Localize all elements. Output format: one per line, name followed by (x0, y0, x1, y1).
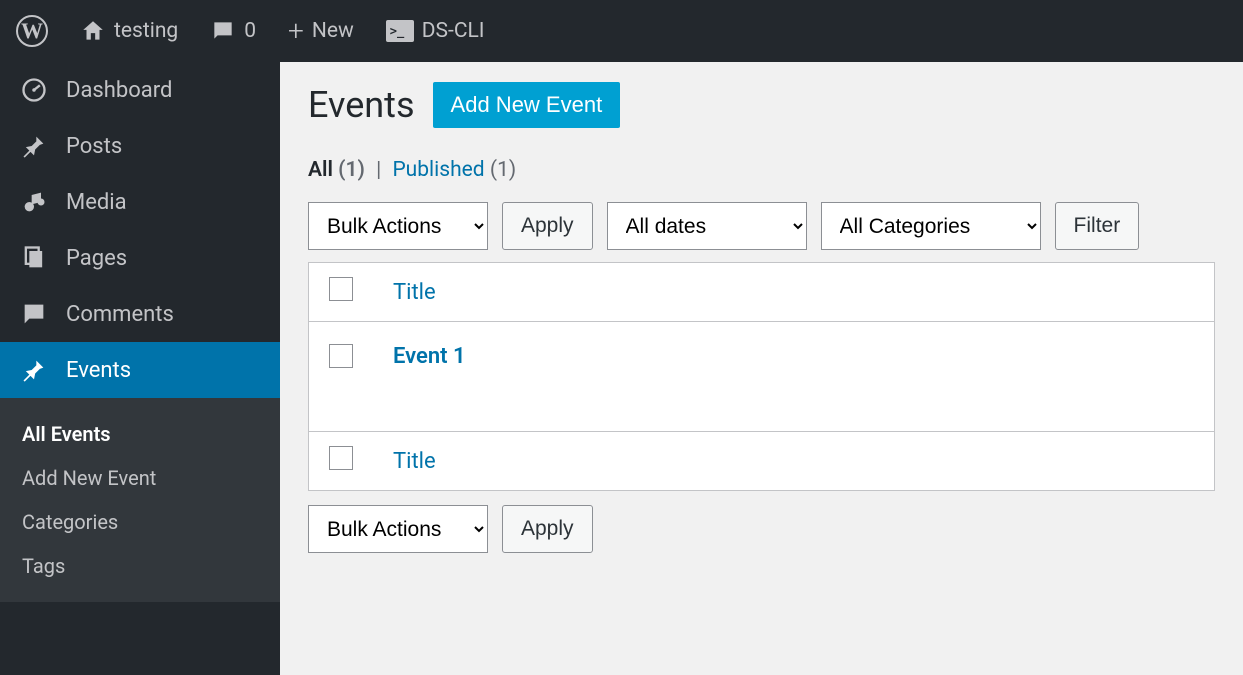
submenu-item-tags[interactable]: Tags (0, 544, 280, 588)
apply-bulk-button-bottom[interactable]: Apply (502, 505, 593, 553)
tablenav-top: Bulk Actions Apply All dates All Categor… (308, 202, 1215, 250)
pin-icon (20, 132, 48, 160)
admin-bar: W testing 0 + New >_ DS-CLI (0, 0, 1243, 62)
pages-icon (20, 244, 48, 272)
table-row: Event 1 (309, 322, 1215, 432)
events-submenu: All Events Add New Event Categories Tags (0, 398, 280, 602)
page-title: Events (308, 84, 415, 126)
submenu-item-add-new-event[interactable]: Add New Event (0, 456, 280, 500)
sidebar-item-posts[interactable]: Posts (0, 118, 280, 174)
home-icon (80, 18, 106, 44)
dashboard-icon (20, 76, 48, 104)
filter-button[interactable]: Filter (1055, 202, 1140, 250)
sidebar-item-events[interactable]: Events (0, 342, 280, 398)
sort-by-title-link-footer[interactable]: Title (393, 449, 436, 474)
comment-icon (210, 18, 236, 44)
terminal-icon: >_ (386, 20, 414, 42)
comments-link[interactable]: 0 (204, 18, 262, 44)
tablenav-bottom: Bulk Actions Apply (308, 505, 1215, 553)
apply-bulk-button[interactable]: Apply (502, 202, 593, 250)
comments-count: 0 (244, 19, 256, 43)
dscli-link[interactable]: >_ DS-CLI (380, 19, 491, 43)
sidebar-label: Media (66, 190, 127, 215)
dscli-label: DS-CLI (422, 19, 485, 43)
select-all-footer (309, 432, 374, 491)
site-name-label: testing (114, 19, 178, 43)
wordpress-logo-icon: W (16, 15, 48, 47)
sidebar-label: Comments (66, 302, 174, 327)
site-name-link[interactable]: testing (74, 18, 184, 44)
date-filter-select[interactable]: All dates (607, 202, 807, 250)
bulk-actions-select[interactable]: Bulk Actions (308, 202, 488, 250)
sidebar-item-comments[interactable]: Comments (0, 286, 280, 342)
page-header: Events Add New Event (308, 82, 1215, 128)
submenu-item-all-events[interactable]: All Events (0, 412, 280, 456)
new-label: New (312, 19, 354, 43)
media-icon (20, 188, 48, 216)
column-footer-title: Title (373, 432, 1215, 491)
sort-by-title-link[interactable]: Title (393, 280, 436, 305)
admin-sidebar: Dashboard Posts Media Pages Comments Eve… (0, 62, 280, 675)
submenu-item-categories[interactable]: Categories (0, 500, 280, 544)
pin-icon (20, 356, 48, 384)
row-checkbox[interactable] (329, 344, 353, 368)
select-all-checkbox-footer[interactable] (329, 446, 353, 470)
select-all-checkbox[interactable] (329, 277, 353, 301)
plus-icon: + (288, 17, 304, 45)
category-filter-select[interactable]: All Categories (821, 202, 1041, 250)
sidebar-label: Dashboard (66, 78, 172, 103)
select-all-header (309, 263, 374, 322)
sidebar-item-dashboard[interactable]: Dashboard (0, 62, 280, 118)
sidebar-label: Pages (66, 246, 127, 271)
status-link-published[interactable]: Published (1) (392, 158, 516, 182)
sidebar-item-media[interactable]: Media (0, 174, 280, 230)
status-link-all[interactable]: All (1) (308, 158, 370, 182)
event-title-link[interactable]: Event 1 (393, 344, 466, 369)
sidebar-label: Posts (66, 134, 122, 159)
sidebar-item-pages[interactable]: Pages (0, 230, 280, 286)
wp-logo-link[interactable]: W (10, 15, 54, 47)
new-content-link[interactable]: + New (282, 17, 360, 45)
add-new-event-button[interactable]: Add New Event (433, 82, 621, 128)
bulk-actions-select-bottom[interactable]: Bulk Actions (308, 505, 488, 553)
separator: | (370, 158, 387, 182)
comment-icon (20, 300, 48, 328)
events-table: Title Event 1 (308, 262, 1215, 491)
status-links: All (1) | Published (1) (308, 158, 1215, 182)
sidebar-label: Events (66, 358, 131, 383)
column-header-title: Title (373, 263, 1215, 322)
main-content: Events Add New Event All (1) | Published… (280, 62, 1243, 675)
